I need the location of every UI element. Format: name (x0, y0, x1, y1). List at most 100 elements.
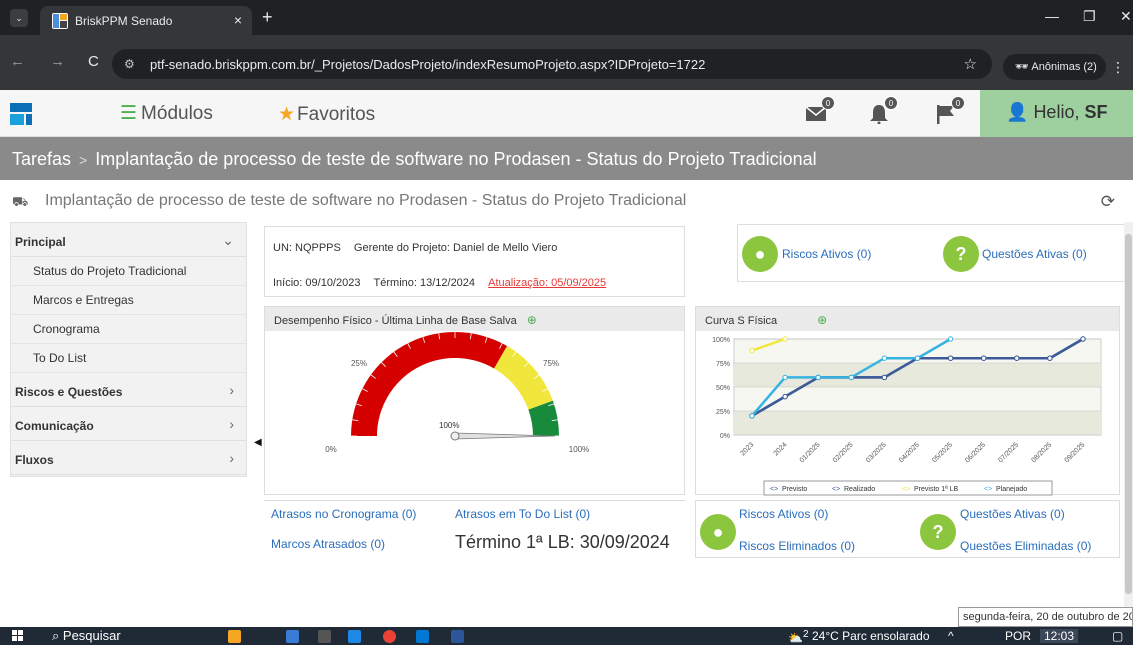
gauge-label: 25% (351, 359, 367, 368)
browser-tab-bar: ⌄ BriskPPM Senado × + — ❐ ✕ (0, 0, 1133, 35)
legend-marker: <> (770, 486, 778, 493)
edge-icon[interactable] (348, 630, 361, 643)
legend-label: Realizado (844, 486, 875, 493)
series-point (1047, 355, 1053, 361)
gauge-chart: 0%25%50%75%100%100% (325, 332, 589, 454)
user-menu[interactable]: 👤 Helio, SF (980, 90, 1133, 137)
bookmark-star-icon[interactable]: ☆ (964, 55, 977, 73)
taskbar-search[interactable]: ⌕ Pesquisar (52, 628, 121, 644)
outlook-icon[interactable] (416, 630, 429, 643)
sidebar-group-principal[interactable]: Principal ⌄ (11, 223, 246, 257)
maximize-button[interactable]: ❐ (1083, 8, 1096, 25)
risk-summary-panel: ● Riscos Ativos (0) ? Questões Ativas (0… (737, 224, 1125, 282)
breadcrumb-root[interactable]: Tarefas (12, 149, 71, 169)
taskview-icon[interactable] (286, 630, 299, 643)
messages-icon[interactable]: 0 (805, 96, 835, 124)
chat-icon[interactable] (318, 630, 331, 643)
notifications-badge: 0 (884, 96, 898, 110)
x-tick-label: 04/2025 (898, 441, 921, 464)
word-icon[interactable] (451, 630, 464, 643)
x-tick-label: 08/2025 (1030, 441, 1053, 464)
questions-active-link[interactable]: Questões Ativas (0) (960, 507, 1065, 521)
sidebar-item-marcos[interactable]: Marcos e Entregas (11, 286, 246, 315)
close-window-button[interactable]: ✕ (1120, 8, 1132, 25)
flag-icon[interactable]: 0 (935, 96, 965, 124)
question-icon: ? (920, 514, 956, 550)
favicon-icon (52, 13, 68, 29)
scrollbar-thumb[interactable] (1125, 234, 1132, 594)
forward-button[interactable]: → (50, 53, 65, 70)
questions-active-link[interactable]: Questões Ativas (0) (982, 247, 1087, 261)
delays-schedule-link[interactable]: Atrasos no Cronograma (0) (271, 507, 416, 521)
address-bar[interactable]: ⚙ ptf-senado.briskppm.com.br/_Projetos/D… (112, 49, 992, 79)
windows-start-icon[interactable] (12, 630, 24, 642)
zoom-icon[interactable]: ⊕ (527, 313, 537, 327)
sidebar-item-cronograma[interactable]: Cronograma (11, 315, 246, 344)
clock[interactable]: 12:03 (1040, 629, 1079, 643)
widgets-icon[interactable] (228, 630, 241, 643)
plot-band (734, 363, 1101, 387)
hamburger-icon: ☰ (120, 103, 138, 124)
end-lb-label: Término 1ª LB: 30/09/2024 (455, 532, 670, 552)
modules-menu[interactable]: ☰ Módulos (120, 102, 213, 125)
reload-button[interactable]: C (88, 53, 99, 70)
notification-center-icon[interactable]: ▢ (1112, 629, 1123, 643)
weather-icon[interactable]: ⛅2 (788, 629, 809, 645)
questions-removed-link[interactable]: Questões Eliminadas (0) (960, 539, 1091, 553)
url-text[interactable]: ptf-senado.briskppm.com.br/_Projetos/Dad… (150, 57, 705, 72)
incognito-icon: 🕶 (1015, 61, 1029, 73)
refresh-icon[interactable]: ⟳ (1101, 192, 1115, 212)
incognito-profile-button[interactable]: 🕶 Anônimas (2) (1003, 54, 1106, 80)
risks-active-link[interactable]: Riscos Ativos (0) (782, 247, 871, 261)
series-point (1080, 336, 1086, 342)
x-tick-label: 03/2025 (865, 441, 888, 464)
sidebar-item-status[interactable]: Status do Projeto Tradicional (11, 257, 246, 286)
chrome-icon[interactable] (383, 630, 396, 643)
x-tick-label: 09/2025 (1064, 441, 1087, 464)
incognito-label: Anônimas (2) (1031, 61, 1097, 73)
chevron-right-icon: › (229, 382, 234, 398)
zoom-icon[interactable]: ⊕ (817, 313, 827, 327)
legend-marker: <> (984, 486, 992, 493)
gauge-label: 0% (325, 445, 337, 454)
un-label: UN: NQPPPS (273, 242, 341, 254)
back-button[interactable]: ← (10, 53, 25, 70)
collapse-sidebar-icon[interactable]: ◀ (254, 437, 262, 448)
tab-close-icon[interactable]: × (234, 12, 242, 28)
gauge-value-label: 100% (439, 421, 459, 430)
site-info-icon[interactable]: ⚙ (124, 57, 135, 71)
series-point (782, 374, 788, 381)
lang-label[interactable]: POR (1005, 629, 1031, 643)
bell-icon[interactable]: 0 (868, 96, 898, 125)
scurve-title: Curva S Física (705, 315, 778, 327)
y-tick-label: 25% (716, 409, 730, 416)
late-milestones-link[interactable]: Marcos Atrasados (0) (271, 537, 385, 551)
browser-menu-icon[interactable]: ⋮ (1111, 59, 1125, 76)
delays-todo-link[interactable]: Atrasos em To Do List (0) (455, 507, 590, 521)
sidebar: Principal ⌄ Status do Projeto Tradicional… (10, 222, 247, 477)
tab-search-dropdown[interactable]: ⌄ (10, 9, 28, 27)
gauge-label: 75% (543, 359, 559, 368)
chevron-down-icon: ⌄ (222, 232, 234, 248)
sidebar-group-comunicacao[interactable]: Comunicação › (11, 407, 246, 441)
update-link[interactable]: Atualização: 05/09/2025 (488, 277, 606, 289)
sidebar-group-riscos[interactable]: Riscos e Questões › (11, 373, 246, 407)
gauge-band-yellow (494, 345, 553, 410)
project-info-panel: UN: NQPPPS Gerente do Projeto: Daniel de… (264, 226, 685, 297)
risks-removed-link[interactable]: Riscos Eliminados (0) (739, 539, 855, 553)
logo[interactable] (10, 103, 32, 125)
risks-active-link[interactable]: Riscos Ativos (0) (739, 507, 828, 521)
weather-label[interactable]: 24°C Parc ensolarado (812, 629, 930, 643)
series-point (947, 355, 954, 361)
sidebar-group-fluxos[interactable]: Fluxos › (11, 441, 246, 475)
new-tab-button[interactable]: + (262, 7, 273, 28)
tray-chevron-icon[interactable]: ^ (948, 629, 954, 643)
browser-tab[interactable]: BriskPPM Senado × (40, 6, 252, 35)
favorites-menu[interactable]: ★ Favoritos (278, 103, 375, 126)
minimize-button[interactable]: — (1045, 8, 1059, 24)
user-icon: 👤 (1006, 102, 1029, 122)
sidebar-item-todo[interactable]: To Do List (11, 344, 246, 373)
breadcrumb-separator: > (79, 152, 88, 168)
page-title: ⛟ Implantação de processo de teste de so… (0, 180, 1133, 220)
vertical-scrollbar[interactable] (1124, 222, 1133, 622)
